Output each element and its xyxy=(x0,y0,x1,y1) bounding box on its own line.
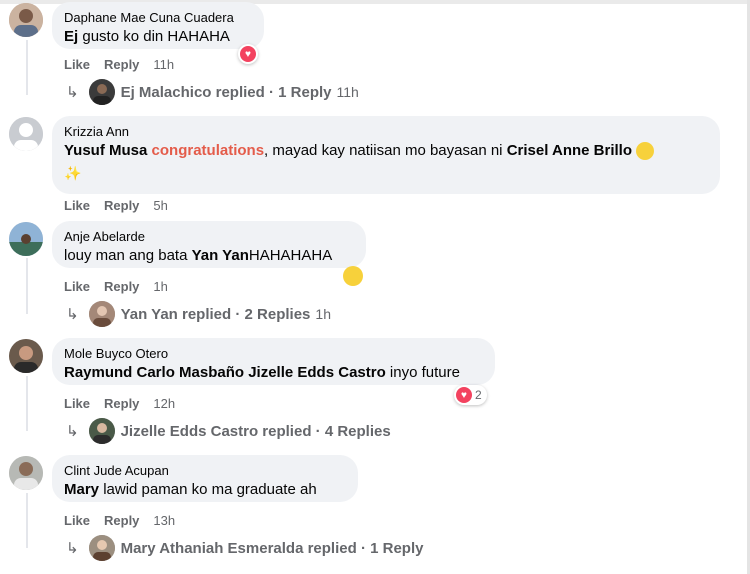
mention[interactable]: Yusuf Musa xyxy=(64,142,147,159)
replies-author: Mary Athaniah Esmeralda replied xyxy=(120,539,357,557)
avatar xyxy=(88,79,115,105)
avatar xyxy=(88,301,115,327)
reply-button[interactable]: Reply xyxy=(104,396,139,411)
timestamp[interactable]: 1h xyxy=(153,279,167,294)
avatar[interactable] xyxy=(9,222,43,256)
view-replies[interactable]: ↳ Ej Malachico replied · 1 Reply 11h xyxy=(66,79,359,105)
timestamp[interactable]: 12h xyxy=(153,396,175,411)
comment-bubble: Daphane Mae Cuna Cuadera Ej gusto ko din… xyxy=(52,2,264,49)
avatar-photo xyxy=(9,456,43,490)
view-replies[interactable]: ↳ Mary Athaniah Esmeralda replied · 1 Re… xyxy=(66,535,423,561)
sparkles-emoji-icon: ✨ xyxy=(64,165,82,181)
timestamp[interactable]: 13h xyxy=(153,513,175,528)
replies-count: · 1 Reply xyxy=(360,539,424,557)
avatar-photo xyxy=(88,79,115,105)
avatar-photo xyxy=(88,535,115,561)
comment-author[interactable]: Krizzia Ann xyxy=(64,123,708,140)
reply-button[interactable]: Reply xyxy=(104,198,139,213)
comment-text: louy man ang bata Yan YanHAHAHAHA xyxy=(64,245,354,267)
like-button[interactable]: Like xyxy=(64,198,90,213)
avatar-photo xyxy=(88,301,115,327)
avatar[interactable] xyxy=(9,3,43,37)
timestamp[interactable]: 5h xyxy=(153,198,167,213)
highlighted-word: congratulations xyxy=(151,142,265,159)
reply-arrow-icon: ↳ xyxy=(66,540,79,557)
comment-author[interactable]: Mole Buyco Otero xyxy=(64,345,483,362)
comment-body: , mayad kay natiisan mo bayasan ni xyxy=(264,142,507,159)
replies-count: · 2 Replies xyxy=(235,305,311,323)
reaction-count: 2 xyxy=(475,388,482,402)
mention[interactable]: Crisel Anne Brillo xyxy=(507,142,632,159)
like-button[interactable]: Like xyxy=(64,513,90,528)
view-replies[interactable]: ↳ Jizelle Edds Castro replied · 4 Replie… xyxy=(66,418,391,444)
reply-arrow-icon: ↳ xyxy=(66,84,79,101)
replies-time: 11h xyxy=(336,84,359,100)
mention[interactable]: Ej xyxy=(64,28,78,45)
avatar xyxy=(88,418,115,444)
comment-body: gusto ko din HAHAHA xyxy=(78,28,230,45)
mention[interactable]: Yan Yan xyxy=(192,247,249,264)
comment-body: HAHAHAHA xyxy=(248,247,333,264)
view-replies[interactable]: ↳ Yan Yan replied · 2 Replies 1h xyxy=(66,301,331,327)
laugh-emoji-icon xyxy=(636,142,655,161)
thread-line xyxy=(26,258,28,314)
like-button[interactable]: Like xyxy=(64,279,90,294)
comment-actions: Like Reply 11h xyxy=(64,57,188,72)
comment-text: Mary lawid paman ko ma graduate ah xyxy=(64,479,346,501)
thread-line xyxy=(26,376,28,431)
thread-line xyxy=(26,493,28,548)
like-button[interactable]: Like xyxy=(64,57,90,72)
comment-text: Raymund Carlo Masbaño Jizelle Edds Castr… xyxy=(64,362,483,384)
heart-reaction-icon: ♥ xyxy=(240,46,256,62)
comment-bubble: Anje Abelarde louy man ang bata Yan YanH… xyxy=(52,221,366,268)
replies-count: · 4 Replies xyxy=(315,422,391,440)
reaction-badge[interactable] xyxy=(341,266,365,286)
avatar[interactable] xyxy=(9,339,43,373)
mention[interactable]: Mary xyxy=(64,481,99,498)
reply-button[interactable]: Reply xyxy=(104,513,139,528)
avatar-photo xyxy=(9,3,43,37)
avatar-photo xyxy=(88,418,115,444)
comment-body: lawid paman ko ma graduate ah xyxy=(99,481,317,498)
heart-reaction-icon: ♥ xyxy=(456,387,472,403)
comment-author[interactable]: Clint Jude Acupan xyxy=(64,462,346,479)
avatar-photo xyxy=(9,339,43,373)
reply-arrow-icon: ↳ xyxy=(66,423,79,440)
comment-actions: Like Reply 5h xyxy=(64,198,182,213)
replies-author: Ej Malachico replied xyxy=(120,83,265,101)
comment-bubble: Krizzia Ann Yusuf Musa congratulations, … xyxy=(52,116,720,194)
default-avatar-icon xyxy=(9,117,43,151)
replies-author: Yan Yan replied xyxy=(120,305,232,323)
reply-button[interactable]: Reply xyxy=(104,279,139,294)
reaction-badge[interactable]: ♥ xyxy=(238,44,258,64)
reaction-badge[interactable]: ♥ 2 xyxy=(454,385,487,405)
like-button[interactable]: Like xyxy=(64,396,90,411)
comment-bubble: Clint Jude Acupan Mary lawid paman ko ma… xyxy=(52,455,358,502)
avatar-photo xyxy=(9,222,43,256)
timestamp[interactable]: 11h xyxy=(153,57,174,72)
replies-time: 1h xyxy=(315,306,331,322)
reply-arrow-icon: ↳ xyxy=(66,306,79,323)
avatar xyxy=(88,535,115,561)
replies-author: Jizelle Edds Castro replied xyxy=(120,422,312,440)
laugh-emoji-icon xyxy=(343,266,363,286)
mention[interactable]: Raymund Carlo Masbaño Jizelle Edds Castr… xyxy=(64,364,386,381)
comment-bubble: Mole Buyco Otero Raymund Carlo Masbaño J… xyxy=(52,338,495,385)
comment-body: inyo future xyxy=(385,364,460,381)
comment-body: louy man ang bata xyxy=(64,247,192,264)
thread-line xyxy=(26,40,28,95)
reply-button[interactable]: Reply xyxy=(104,57,139,72)
comment-actions: Like Reply 13h xyxy=(64,513,189,528)
comment-actions: Like Reply 1h xyxy=(64,279,182,294)
comment-actions: Like Reply 12h xyxy=(64,396,189,411)
comment-text: Yusuf Musa congratulations, mayad kay na… xyxy=(64,140,708,162)
avatar[interactable] xyxy=(9,456,43,490)
comment-author[interactable]: Anje Abelarde xyxy=(64,228,354,245)
comment-author[interactable]: Daphane Mae Cuna Cuadera xyxy=(64,9,252,26)
comment-text: Ej gusto ko din HAHAHA xyxy=(64,26,252,48)
avatar[interactable] xyxy=(9,117,43,151)
replies-count: · 1 Reply xyxy=(268,83,332,101)
